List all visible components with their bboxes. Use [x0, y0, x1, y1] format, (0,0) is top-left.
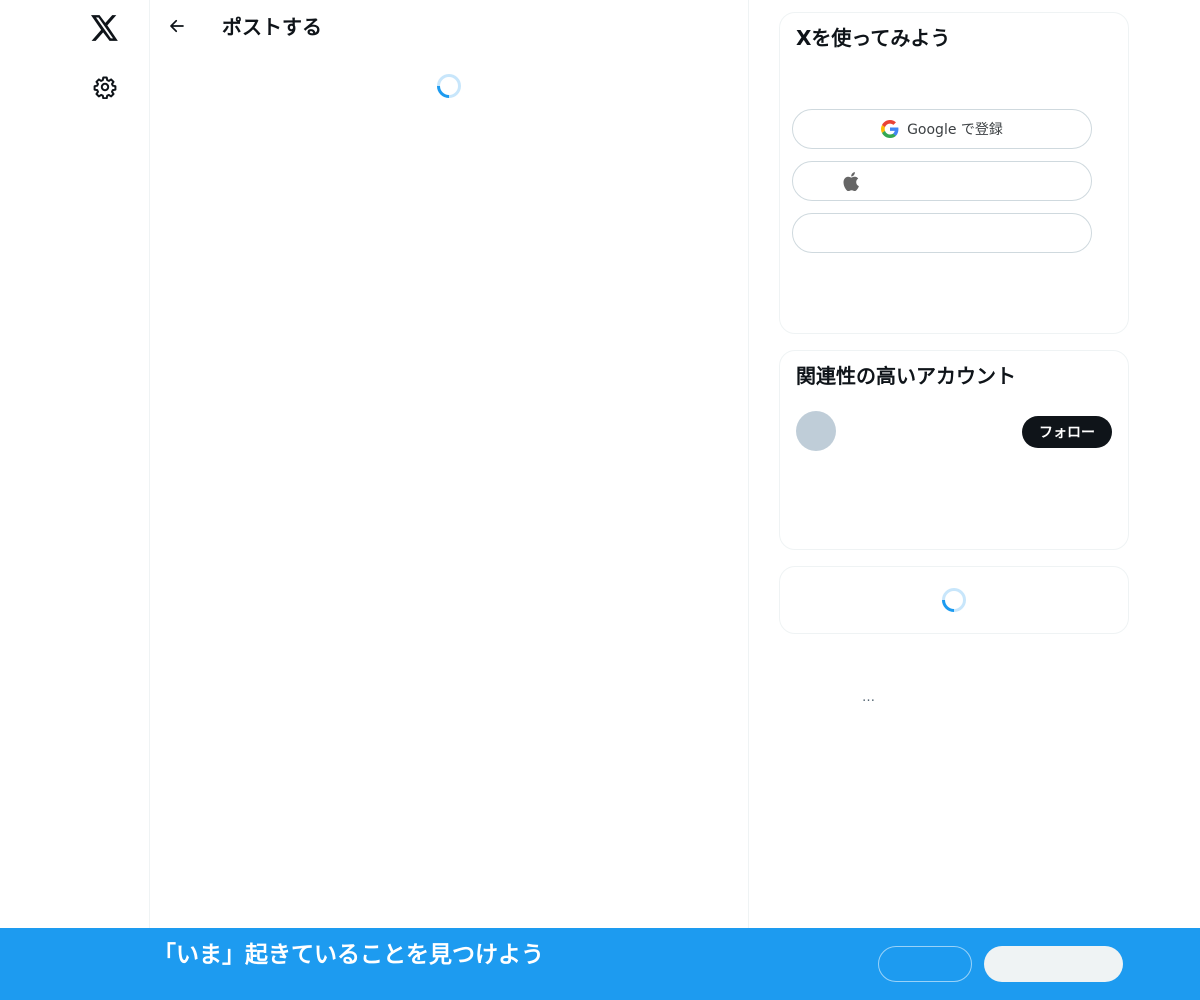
signup-button[interactable] — [984, 946, 1123, 982]
loading-spinner — [437, 74, 461, 98]
x-logo-icon[interactable] — [80, 3, 130, 53]
apple-icon — [843, 171, 859, 191]
apple-signup-button[interactable] — [792, 161, 1092, 201]
avatar[interactable] — [796, 411, 836, 451]
trends-card — [779, 566, 1129, 634]
google-signup-label: Google で登録 — [907, 122, 1003, 138]
bottom-bar-title: 「いま」起きていることを見つけよう — [153, 942, 544, 968]
back-button[interactable] — [160, 9, 194, 43]
gear-icon[interactable] — [80, 62, 130, 112]
main-column: ポストする — [150, 0, 749, 928]
footer-more-button[interactable]: … — [862, 690, 876, 705]
google-icon — [881, 120, 899, 138]
main-header: ポストする — [150, 0, 749, 53]
create-account-button[interactable] — [792, 213, 1092, 253]
loading-spinner — [942, 588, 966, 612]
left-nav — [0, 0, 150, 928]
arrow-left-icon — [170, 19, 184, 33]
page-title: ポストする — [222, 15, 322, 39]
google-signup-button[interactable]: Google で登録 — [792, 109, 1092, 149]
follow-button[interactable]: フォロー — [1022, 416, 1112, 448]
related-accounts-card: 関連性の高いアカウント フォロー — [779, 350, 1129, 550]
signup-card-title: Xを使ってみよう — [796, 26, 951, 50]
login-button[interactable] — [878, 946, 972, 982]
signup-card: Xを使ってみよう Google で登録 — [779, 12, 1129, 334]
bottom-signup-bar: 「いま」起きていることを見つけよう — [0, 928, 1200, 1000]
app-root: ポストする Xを使ってみよう Google で登録 関連性の高いアカウント フォ… — [0, 0, 1200, 1000]
related-accounts-title: 関連性の高いアカウント — [796, 364, 1016, 388]
